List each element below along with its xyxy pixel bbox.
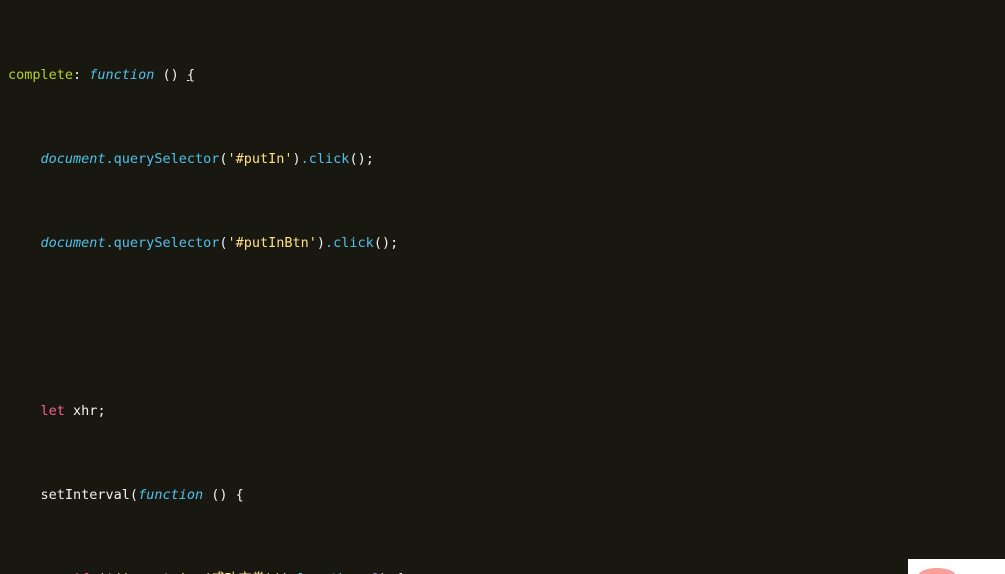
token-method-queryselector: .querySelector — [105, 235, 220, 251]
token-identifier-xhr: xhr — [73, 403, 98, 419]
token-punct: () { — [203, 487, 244, 503]
code-line: setInterval(function () { — [8, 485, 1005, 506]
token-global-document: document — [40, 235, 106, 251]
token-keyword-function: function — [89, 67, 155, 83]
code-line: if ($(':contains(成功交卷)').length > 0) { — [8, 569, 1005, 574]
token-property: complete — [8, 67, 74, 83]
code-line: document.querySelector('#putIn').click()… — [8, 149, 1005, 170]
code-line: let xhr; — [8, 401, 1005, 422]
code-line: document.querySelector('#putInBtn').clic… — [8, 233, 1005, 254]
code-editor[interactable]: complete: function () { document.querySe… — [0, 0, 1005, 574]
code-line: complete: function () { — [8, 65, 1005, 86]
token-string: '#putInBtn' — [227, 235, 317, 251]
token-keyword-let: let — [40, 403, 65, 419]
token-string: '#putIn' — [227, 151, 293, 167]
token-method-click: .click — [300, 151, 350, 167]
token-punct: ; — [97, 403, 106, 419]
token-punct: : — [73, 67, 90, 83]
token-punct: (); — [349, 151, 374, 167]
corner-popup-widget[interactable] — [908, 559, 1005, 574]
token-punct — [65, 403, 73, 419]
token-punct: (); — [373, 235, 399, 251]
token-brace-open: { — [186, 67, 195, 83]
token-punct: ) — [316, 235, 326, 251]
code-content[interactable]: complete: function () { document.querySe… — [0, 0, 1005, 574]
token-punct: ) — [292, 151, 301, 167]
token-punct: ( — [129, 487, 139, 503]
token-method-queryselector: .querySelector — [105, 151, 220, 167]
token-method-click: .click — [325, 235, 374, 251]
token-global-document: document — [40, 151, 106, 167]
popup-blob-icon — [918, 568, 956, 574]
token-keyword-function: function — [138, 487, 204, 503]
token-call-setinterval: setInterval — [40, 487, 130, 503]
token-punct: () — [154, 67, 187, 83]
